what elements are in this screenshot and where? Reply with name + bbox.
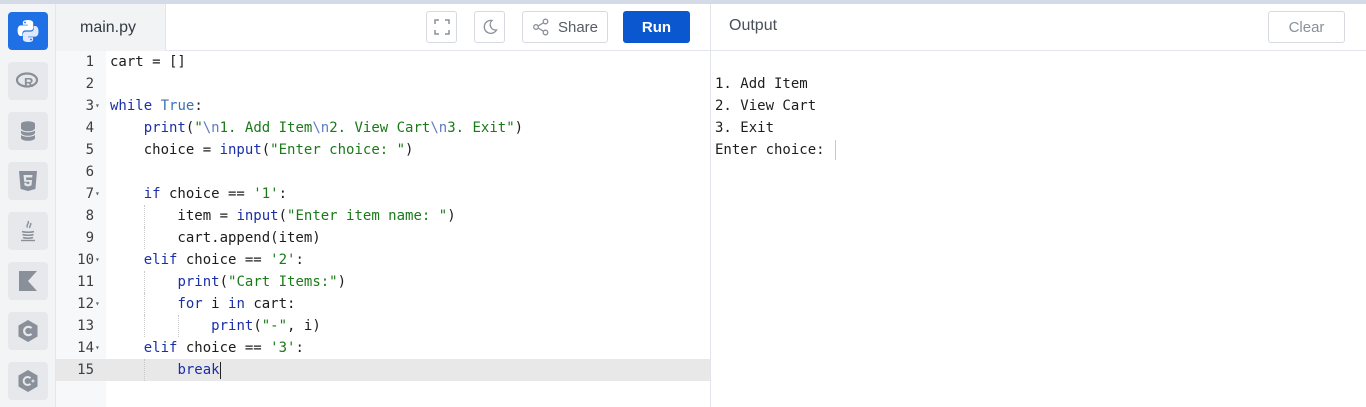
- code-line: 3 ▾ while True:: [56, 95, 710, 117]
- code-line-text: print("-", i): [211, 318, 321, 334]
- line-number: 11: [77, 274, 94, 290]
- fold-arrow-icon[interactable]: ▾: [95, 249, 100, 271]
- file-tab-label: main.py: [80, 18, 137, 36]
- code-line: 14 ▾ elif choice == '3':: [56, 337, 710, 359]
- code-line: 2: [56, 73, 710, 95]
- output-line: 1. Add Item: [715, 76, 808, 92]
- code-line-text: print("Cart Items:"): [177, 274, 347, 290]
- code-line: 4 print("\n1. Add Item\n2. View Cart\n3.…: [56, 117, 710, 139]
- code-line-text: print("\n1. Add Item\n2. View Cart\n3. E…: [143, 120, 524, 136]
- line-number: 3: [85, 98, 94, 114]
- file-tab[interactable]: main.py: [56, 4, 166, 51]
- run-button[interactable]: Run: [623, 11, 690, 43]
- editor-toolbar: main.py Share Run: [56, 4, 710, 51]
- language-sidebar: R: [0, 4, 56, 407]
- fold-arrow-icon[interactable]: ▾: [95, 95, 100, 117]
- share-label: Share: [557, 18, 599, 36]
- output-line: 3. Exit: [715, 120, 775, 136]
- code-line: 13 print("-", i): [56, 315, 710, 337]
- code-line-text: cart = []: [110, 54, 186, 70]
- code-line-text: while True:: [110, 98, 203, 114]
- line-number: 2: [85, 76, 94, 92]
- fullscreen-button[interactable]: [426, 11, 457, 43]
- kotlin-icon[interactable]: [8, 262, 48, 300]
- line-number: 4: [85, 120, 94, 136]
- code-line: 5 choice = input("Enter choice: "): [56, 139, 710, 161]
- line-number: 9: [85, 230, 94, 246]
- output-title: Output: [729, 17, 778, 34]
- code-line: 6: [56, 161, 710, 183]
- code-line: 12 ▾ for i in cart:: [56, 293, 710, 315]
- code-line-text: choice = input("Enter choice: "): [110, 142, 414, 158]
- panel-divider[interactable]: [710, 4, 711, 407]
- fold-arrow-icon[interactable]: ▾: [95, 337, 100, 359]
- fold-arrow-icon[interactable]: ▾: [95, 183, 100, 205]
- code-line-text: if choice == '1':: [143, 186, 288, 202]
- text-cursor: [219, 361, 221, 379]
- code-line-text: break: [177, 361, 221, 379]
- java-icon[interactable]: [8, 212, 48, 250]
- line-number: 8: [85, 208, 94, 224]
- code-line-text: elif choice == '2':: [143, 252, 304, 268]
- line-number: 7: [85, 186, 94, 202]
- theme-toggle-button[interactable]: [474, 11, 505, 43]
- share-button[interactable]: Share: [522, 11, 608, 43]
- code-line: 1 cart = []: [56, 51, 710, 73]
- line-number: 6: [85, 164, 94, 180]
- code-editor[interactable]: 1 cart = [] 2 3 ▾ while True: 4 print("\…: [56, 51, 710, 407]
- expand-icon: [433, 19, 450, 35]
- output-console[interactable]: 1. Add Item 2. View Cart 3. Exit Enter c…: [715, 73, 837, 161]
- code-line: 11 print("Cart Items:"): [56, 271, 710, 293]
- line-number: 15: [77, 362, 94, 378]
- line-number: 13: [77, 318, 94, 334]
- output-input-line: Enter choice:: [715, 139, 837, 161]
- code-line-text: item = input("Enter item name: "): [110, 208, 456, 224]
- console-cursor[interactable]: [835, 140, 837, 160]
- r-icon[interactable]: R: [8, 62, 48, 100]
- fold-arrow-icon[interactable]: ▾: [95, 293, 100, 315]
- code-line-text: elif choice == '3':: [143, 340, 304, 356]
- line-number: 10: [77, 252, 94, 268]
- output-line: 2. View Cart: [715, 98, 817, 114]
- share-icon: [533, 18, 549, 36]
- code-line: 10 ▾ elif choice == '2':: [56, 249, 710, 271]
- svg-text:R: R: [24, 75, 34, 90]
- c-icon[interactable]: [8, 312, 48, 350]
- database-icon[interactable]: [8, 112, 48, 150]
- html5-icon[interactable]: [8, 162, 48, 200]
- line-number: 5: [85, 142, 94, 158]
- moon-icon: [483, 19, 498, 34]
- output-prompt: Enter choice:: [715, 142, 834, 158]
- code-line: 8 item = input("Enter item name: "): [56, 205, 710, 227]
- code-line-text: cart.append(item): [110, 230, 321, 246]
- code-line-text: for i in cart:: [177, 296, 296, 312]
- code-line-active: 15 break: [56, 359, 710, 381]
- output-toolbar: Output Clear: [711, 4, 1366, 51]
- python-icon[interactable]: [8, 12, 48, 50]
- code-line: 9 cart.append(item): [56, 227, 710, 249]
- line-number: 1: [85, 54, 94, 70]
- line-number: 14: [77, 340, 94, 356]
- code-line: 7 ▾ if choice == '1':: [56, 183, 710, 205]
- clear-button[interactable]: Clear: [1268, 11, 1345, 43]
- cpp-icon[interactable]: [8, 362, 48, 400]
- line-number: 12: [77, 296, 94, 312]
